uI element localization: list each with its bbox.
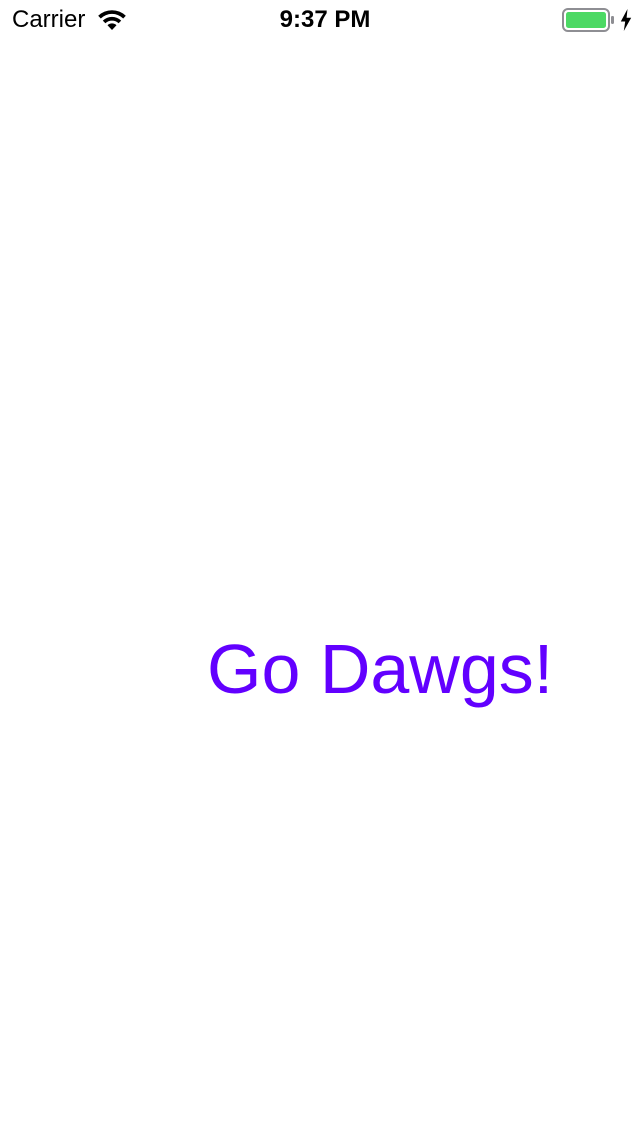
go-dawgs-label: Go Dawgs! — [207, 630, 554, 708]
battery-fill — [566, 12, 606, 28]
screen: Carrier 9:37 PM Go Dawgs! — [0, 0, 640, 1136]
status-bar: Carrier 9:37 PM — [0, 0, 640, 40]
battery-icon — [562, 8, 614, 32]
time-label: 9:37 PM — [279, 6, 371, 33]
lightning-bolt-icon — [620, 9, 632, 31]
battery-group — [562, 8, 632, 32]
